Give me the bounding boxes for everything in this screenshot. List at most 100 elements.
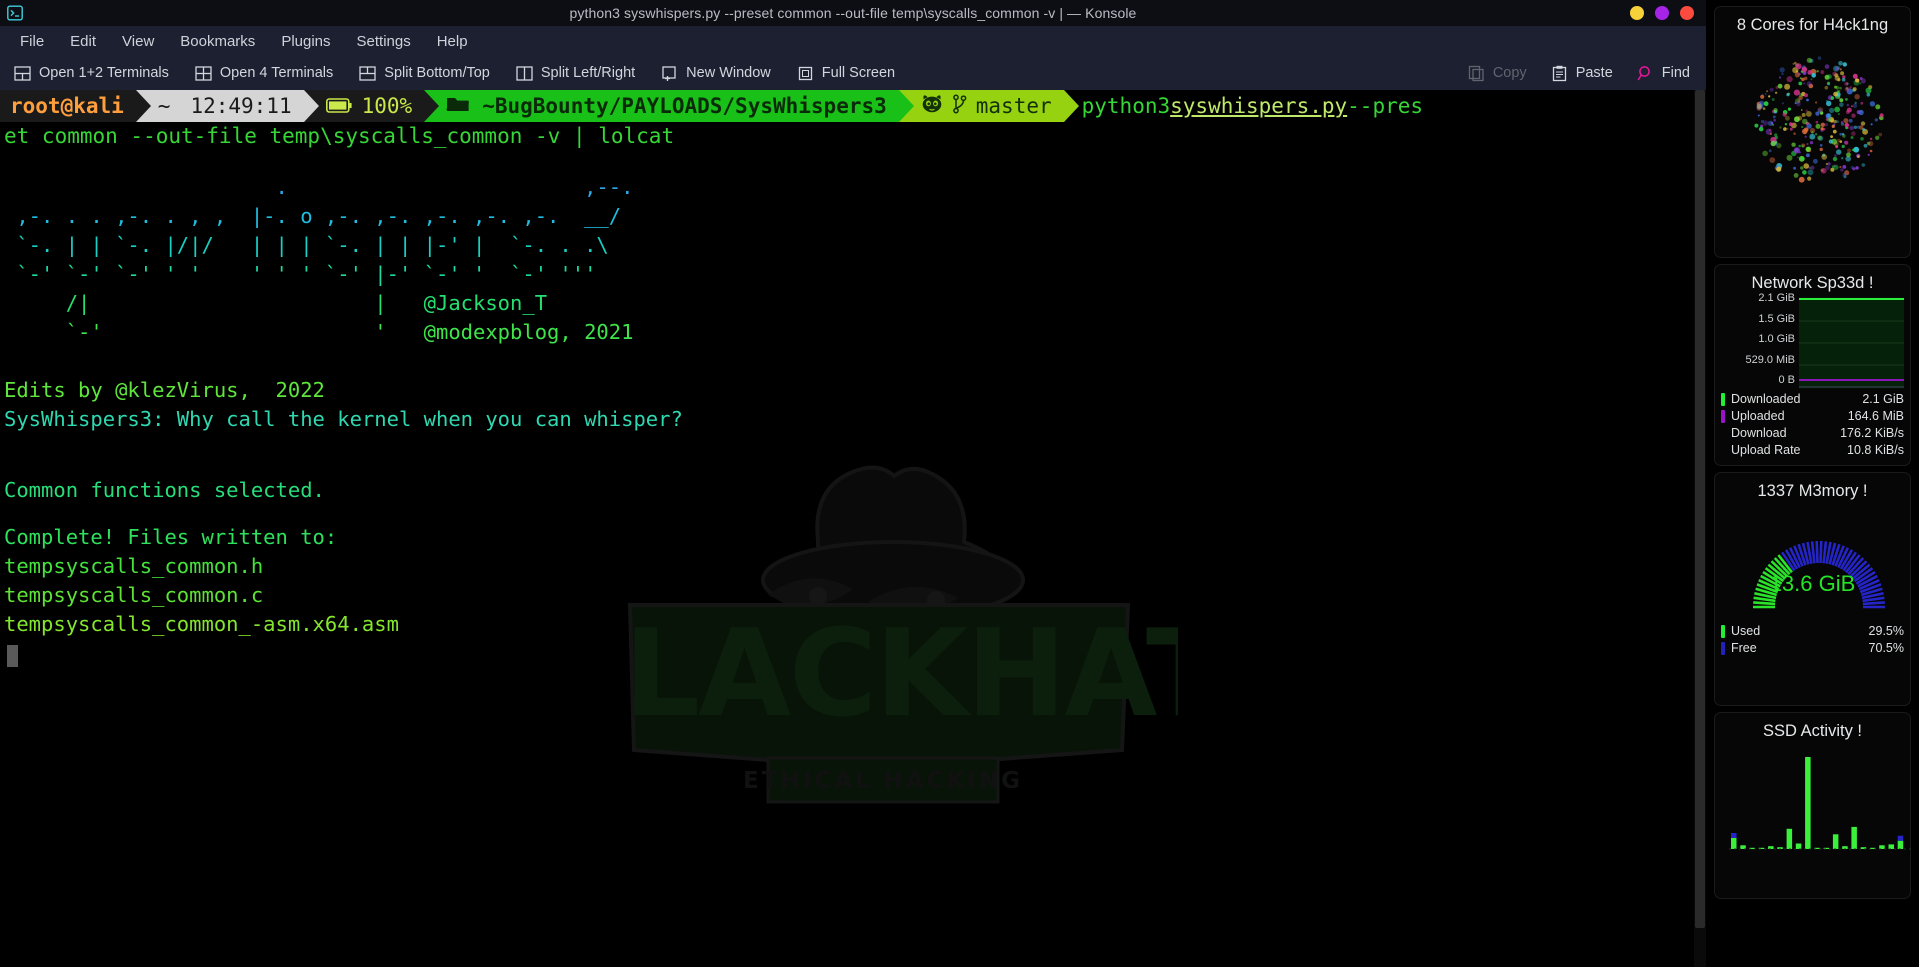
network-chart-y-axis: 2.1 GiB 1.5 GiB 1.0 GiB 529.0 MiB 0 B [1721, 297, 1799, 389]
legend-swatch [1721, 410, 1725, 423]
axis-tick: 2.1 GiB [1721, 293, 1795, 303]
toolbar-label: Find [1662, 65, 1690, 81]
ascii-art-banner: . ,--. ,-. . . ,-. . , , |-. o ,-. ,-. ,… [4, 173, 1706, 347]
tagline: SysWhispers3: Why call the kernel when y… [4, 407, 683, 431]
new-window-icon [661, 65, 678, 82]
toolbar-label: Split Bottom/Top [384, 65, 490, 81]
new-window-button[interactable]: New Window [661, 65, 771, 82]
open-4-terminals-button[interactable]: Open 4 Terminals [195, 65, 333, 82]
menu-bookmarks[interactable]: Bookmarks [168, 30, 267, 53]
paste-button[interactable]: Paste [1551, 65, 1613, 82]
cpu-widget: 8 Cores for H4ck1ng [1714, 6, 1911, 258]
prompt-time-segment: ~ 12:49:11 [136, 90, 304, 122]
konsole-window: python3 syswhispers.py --preset common -… [0, 0, 1706, 967]
command-prefix: python3 [1082, 94, 1171, 118]
battery-icon [326, 94, 352, 118]
menu-plugins[interactable]: Plugins [269, 30, 342, 53]
menu-file[interactable]: File [8, 30, 56, 53]
svg-text:ETHICAL HACKING: ETHICAL HACKING [743, 768, 1023, 794]
toolbar-label: Full Screen [822, 65, 895, 81]
prompt-battery-segment: 100% [304, 90, 425, 122]
terminal-cursor [7, 645, 18, 667]
menu-settings[interactable]: Settings [345, 30, 423, 53]
paste-icon [1551, 65, 1568, 82]
menu-edit[interactable]: Edit [58, 30, 108, 53]
prompt-git-segment: master [899, 90, 1064, 122]
split-left-right-icon [516, 65, 533, 82]
cpu-particle-visual [1721, 37, 1904, 202]
network-rate-row: Upload Rate 10.8 KiB/s [1721, 443, 1904, 457]
window-controls [1630, 0, 1694, 26]
output-file: tempsyscalls_common_-asm.x64.asm [4, 612, 399, 636]
copy-button[interactable]: Copy [1468, 65, 1527, 82]
minimize-button[interactable] [1630, 6, 1644, 20]
legend-label: Used [1731, 624, 1869, 638]
terminal-area[interactable]: BLACKHAT ETHICAL HACKING root@kali ~ 12:… [0, 90, 1706, 967]
memory-gauge-value: 13.6 GiB [1721, 571, 1904, 597]
prompt-path-segment: ~BugBounty/PAYLOADS/SysWhispers3 [424, 90, 899, 122]
toolbar-label: Copy [1493, 65, 1527, 81]
prompt-battery-level: 100% [362, 94, 413, 118]
legend-swatch [1721, 444, 1725, 457]
memory-legend-row: Free 70.5% [1721, 641, 1904, 655]
network-chart: 2.1 GiB 1.5 GiB 1.0 GiB 529.0 MiB 0 B [1721, 297, 1904, 389]
prompt-git-branch: master [976, 94, 1052, 118]
complete-line: Complete! Files written to: [4, 525, 337, 549]
menubar: File Edit View Bookmarks Plugins Setting… [0, 26, 1706, 56]
split-bottom-top-button[interactable]: Split Bottom/Top [359, 65, 490, 82]
legend-swatch [1721, 393, 1725, 406]
maximize-button[interactable] [1655, 6, 1669, 20]
legend-label: Free [1731, 641, 1869, 655]
legend-label: Downloaded [1731, 392, 1862, 406]
ascii-art-line: ,-. . . ,-. . , , |-. o ,-. ,-. ,-. ,-. … [4, 204, 621, 228]
output-file: tempsyscalls_common.h [4, 554, 263, 578]
axis-tick: 1.0 GiB [1721, 334, 1795, 344]
status-line: Common functions selected. [4, 478, 325, 502]
window-title: python3 syswhispers.py --preset common -… [0, 5, 1706, 21]
network-rate-row: Download 176.2 KiB/s [1721, 426, 1904, 440]
legend-value: 2.1 GiB [1862, 392, 1904, 406]
github-octocat-icon [921, 94, 943, 118]
credit-line: Edits by @klezVirus, 2022 [4, 378, 325, 402]
legend-label: Uploaded [1731, 409, 1848, 423]
cpu-widget-title: 8 Cores for H4ck1ng [1721, 16, 1904, 35]
split-bottom-top-icon [359, 65, 376, 82]
network-legend-row: Downloaded 2.1 GiB [1721, 392, 1904, 406]
axis-tick: 0 B [1721, 375, 1795, 385]
prompt-path: ~BugBounty/PAYLOADS/SysWhispers3 [482, 94, 887, 118]
rate-label: Download [1731, 426, 1840, 440]
legend-swatch [1721, 427, 1725, 440]
full-screen-icon [797, 65, 814, 82]
axis-tick: 529.0 MiB [1721, 355, 1795, 365]
command-script: syswhispers.py [1170, 94, 1347, 118]
toolbar-right-group: Copy Paste Find [1468, 65, 1690, 82]
prompt-time: 12:49:11 [190, 94, 291, 118]
konsole-icon [5, 3, 25, 23]
open-1-2-terminals-button[interactable]: Open 1+2 Terminals [14, 65, 169, 82]
prompt-tilde: ~ [158, 94, 171, 118]
folder-icon [446, 94, 470, 118]
network-widget-title: Network Sp33d ! [1721, 274, 1904, 293]
memory-widget-title: 1337 M3mory ! [1721, 482, 1904, 501]
rate-label: Upload Rate [1731, 443, 1847, 457]
command-suffix: --pres [1347, 94, 1423, 118]
split-left-right-button[interactable]: Split Left/Right [516, 65, 635, 82]
full-screen-button[interactable]: Full Screen [797, 65, 895, 82]
toolbar-label: Split Left/Right [541, 65, 635, 81]
memory-widget: 1337 M3mory ! 13.6 GiB Used 29.5% Free 7… [1714, 472, 1911, 706]
find-button[interactable]: Find [1637, 65, 1690, 82]
legend-value: 70.5% [1869, 641, 1904, 655]
ascii-art-line: `-' `-' `-' ' ' ' ' ' `-' |-' `-' ' `-' … [4, 262, 596, 286]
close-button[interactable] [1680, 6, 1694, 20]
git-branch-icon [952, 94, 967, 119]
menu-view[interactable]: View [110, 30, 166, 53]
output-file: tempsyscalls_common.c [4, 583, 263, 607]
find-icon [1637, 65, 1654, 82]
prompt-user-host: root@kali [10, 94, 124, 118]
toolbar-label: Paste [1576, 65, 1613, 81]
menu-help[interactable]: Help [425, 30, 480, 53]
toolbar-label: Open 1+2 Terminals [39, 65, 169, 81]
toolbar: Open 1+2 Terminals Open 4 Terminals Spli… [0, 56, 1706, 91]
prompt-command: python3 syswhispers.py --pres [1064, 90, 1423, 122]
network-plot-area [1799, 297, 1904, 389]
